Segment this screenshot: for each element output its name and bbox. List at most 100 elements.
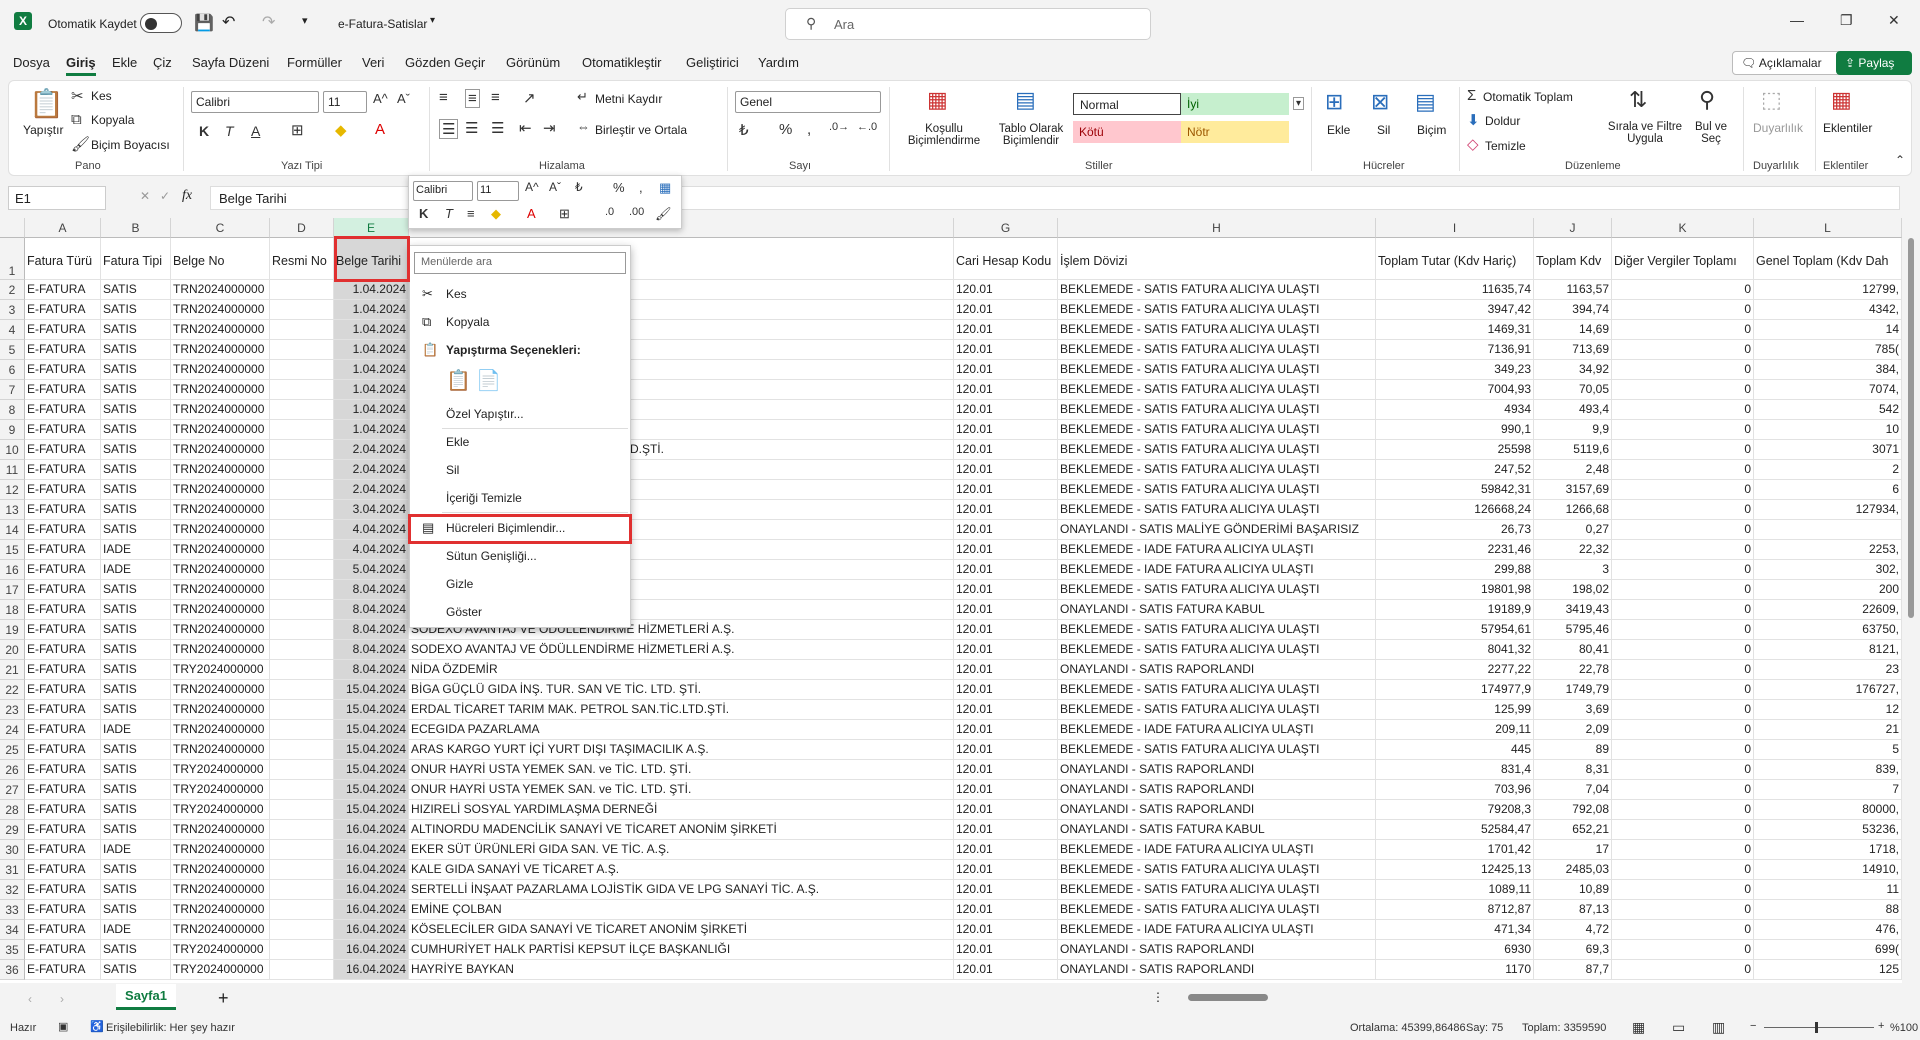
table-cell[interactable]: 394,74: [1534, 300, 1612, 320]
table-cell[interactable]: 15.04.2024: [334, 720, 409, 740]
table-cell[interactable]: 59842,31: [1376, 480, 1534, 500]
table-cell[interactable]: KALE GIDA SANAYİ VE TİCARET A.Ş.: [409, 860, 954, 880]
mini-percent-icon[interactable]: %: [613, 180, 625, 195]
save-icon[interactable]: 💾: [194, 13, 214, 33]
row-header[interactable]: 2: [0, 280, 25, 300]
menu-item-copy[interactable]: ⧉ Kopyala: [410, 310, 630, 334]
table-cell[interactable]: 0: [1612, 540, 1754, 560]
table-cell[interactable]: 120.01: [954, 500, 1058, 520]
table-cell[interactable]: 52584,47: [1376, 820, 1534, 840]
table-cell[interactable]: SATIS: [101, 300, 171, 320]
copy-button[interactable]: Kopyala: [91, 113, 134, 127]
table-cell[interactable]: E-FATURA: [25, 700, 101, 720]
column-header[interactable]: D: [270, 218, 334, 238]
table-cell[interactable]: E-FATURA: [25, 940, 101, 960]
header-cell[interactable]: İşlem Dövizi: [1058, 238, 1376, 280]
table-cell[interactable]: TRN2024000000: [171, 500, 270, 520]
menu-item-hide[interactable]: Gizle: [410, 572, 630, 596]
table-cell[interactable]: [270, 780, 334, 800]
table-cell[interactable]: 2.04.2024: [334, 440, 409, 460]
header-cell[interactable]: Diğer Vergiler Toplamı: [1612, 238, 1754, 280]
table-cell[interactable]: E-FATURA: [25, 580, 101, 600]
table-cell[interactable]: BEKLEMEDE - SATIS FATURA ALICIYA ULAŞTI: [1058, 680, 1376, 700]
table-cell[interactable]: 1749,79: [1534, 680, 1612, 700]
row-header[interactable]: 13: [0, 500, 25, 520]
table-cell[interactable]: 63750,: [1754, 620, 1902, 640]
table-cell[interactable]: SATIS: [101, 440, 171, 460]
table-cell[interactable]: E-FATURA: [25, 400, 101, 420]
column-header[interactable]: G: [954, 218, 1058, 238]
table-cell[interactable]: 3157,69: [1534, 480, 1612, 500]
macro-record-icon[interactable]: ▣: [58, 1020, 68, 1033]
row-header[interactable]: 12: [0, 480, 25, 500]
table-cell[interactable]: 8.04.2024: [334, 640, 409, 660]
tab-formuller[interactable]: Formüller: [287, 55, 342, 70]
table-cell[interactable]: 542: [1754, 400, 1902, 420]
paste-icon[interactable]: 📋: [29, 87, 64, 120]
table-cell[interactable]: 3,69: [1534, 700, 1612, 720]
table-cell[interactable]: 8,31: [1534, 760, 1612, 780]
function-icon[interactable]: fx: [182, 188, 192, 204]
row-header[interactable]: 15: [0, 540, 25, 560]
table-cell[interactable]: E-FATURA: [25, 360, 101, 380]
table-cell[interactable]: ONAYLANDI - SATIS RAPORLANDI: [1058, 960, 1376, 980]
table-cell[interactable]: 120.01: [954, 380, 1058, 400]
table-cell[interactable]: KÖSELECİLER GIDA SANAYİ VE TİCARET ANONİ…: [409, 920, 954, 940]
table-cell[interactable]: 53236,: [1754, 820, 1902, 840]
table-cell[interactable]: [270, 820, 334, 840]
mini-font-color-icon[interactable]: A: [527, 206, 536, 221]
row-header[interactable]: 34: [0, 920, 25, 940]
merge-center-button[interactable]: Birleştir ve Ortala: [595, 123, 687, 137]
table-cell[interactable]: IADE: [101, 540, 171, 560]
table-cell[interactable]: 0: [1612, 440, 1754, 460]
table-cell[interactable]: BEKLEMEDE - IADE FATURA ALICIYA ULAŞTI: [1058, 560, 1376, 580]
table-cell[interactable]: BEKLEMEDE - IADE FATURA ALICIYA ULAŞTI: [1058, 540, 1376, 560]
table-cell[interactable]: 120.01: [954, 840, 1058, 860]
table-cell[interactable]: 120.01: [954, 680, 1058, 700]
table-cell[interactable]: SERTELLİ İNŞAAT PAZARLAMA LOJİSTİK GIDA …: [409, 880, 954, 900]
table-cell[interactable]: 7136,91: [1376, 340, 1534, 360]
table-cell[interactable]: 12799,: [1754, 280, 1902, 300]
cut-button[interactable]: Kes: [91, 89, 112, 103]
mini-size-select[interactable]: 11: [477, 181, 519, 201]
table-cell[interactable]: TRN2024000000: [171, 440, 270, 460]
table-cell[interactable]: 120.01: [954, 520, 1058, 540]
table-cell[interactable]: SATIS: [101, 940, 171, 960]
number-format-select[interactable]: Genel: [735, 91, 881, 113]
table-cell[interactable]: 70,05: [1534, 380, 1612, 400]
table-cell[interactable]: 8.04.2024: [334, 600, 409, 620]
table-cell[interactable]: BEKLEMEDE - SATIS FATURA ALICIYA ULAŞTI: [1058, 440, 1376, 460]
table-cell[interactable]: SATIS: [101, 600, 171, 620]
table-cell[interactable]: BEKLEMEDE - IADE FATURA ALICIYA ULAŞTI: [1058, 840, 1376, 860]
table-cell[interactable]: SATIS: [101, 900, 171, 920]
table-cell[interactable]: TRN2024000000: [171, 300, 270, 320]
table-cell[interactable]: E-FATURA: [25, 660, 101, 680]
conditional-format-button[interactable]: Koşullu Biçimlendirme: [897, 123, 991, 147]
comma-icon[interactable]: ,: [807, 121, 811, 138]
table-cell[interactable]: 1.04.2024: [334, 280, 409, 300]
redo-icon[interactable]: ↷: [262, 12, 275, 32]
table-cell[interactable]: 0: [1612, 620, 1754, 640]
table-cell[interactable]: TRN2024000000: [171, 900, 270, 920]
table-cell[interactable]: 16.04.2024: [334, 900, 409, 920]
tab-ciz[interactable]: Çiz: [153, 55, 172, 70]
zoom-out-icon[interactable]: −: [1750, 1020, 1756, 1032]
table-cell[interactable]: 1.04.2024: [334, 400, 409, 420]
table-cell[interactable]: SATIS: [101, 680, 171, 700]
table-cell[interactable]: 120.01: [954, 580, 1058, 600]
table-cell[interactable]: NİDA ÖZDEMİR: [409, 660, 954, 680]
row-header[interactable]: 23: [0, 700, 25, 720]
table-cell[interactable]: TRN2024000000: [171, 280, 270, 300]
table-cell[interactable]: 445: [1376, 740, 1534, 760]
mini-format-painter-icon[interactable]: 🖌: [655, 206, 672, 222]
row-header[interactable]: 26: [0, 760, 25, 780]
table-cell[interactable]: 0: [1612, 840, 1754, 860]
autosum-button[interactable]: Otomatik Toplam: [1483, 90, 1573, 104]
row-header[interactable]: 4: [0, 320, 25, 340]
row-header[interactable]: 36: [0, 960, 25, 980]
table-cell[interactable]: TRN2024000000: [171, 460, 270, 480]
column-header[interactable]: A: [25, 218, 101, 238]
increase-indent-icon[interactable]: ⇥: [543, 119, 556, 137]
table-cell[interactable]: 120.01: [954, 860, 1058, 880]
autosave-toggle[interactable]: [140, 13, 182, 33]
